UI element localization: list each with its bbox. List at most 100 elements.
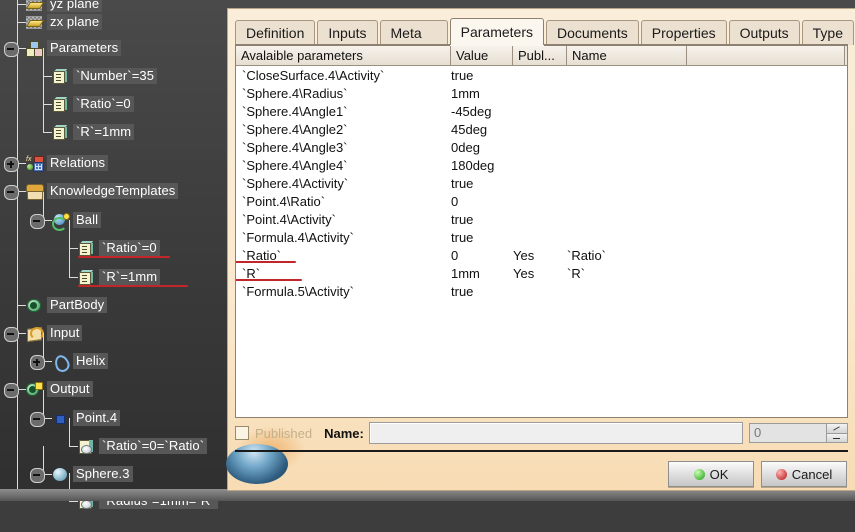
tree-item[interactable]: PartBody	[26, 296, 108, 314]
tree-item[interactable]: `Ratio`=0	[52, 95, 134, 113]
spinner-up-icon[interactable]	[827, 424, 847, 434]
red-annotation-underline	[236, 279, 302, 281]
table-row[interactable]: `Sphere.4\Angle3` 0deg	[236, 138, 847, 156]
cancel-button[interactable]: Cancel	[761, 461, 847, 487]
tree-expand-icon[interactable]	[4, 157, 19, 172]
tree-item-label: Relations	[47, 155, 109, 171]
index-spinner[interactable]: 0	[749, 423, 848, 443]
cell-value: 45deg	[451, 121, 488, 137]
tab-meta-inputs[interactable]: Meta Inputs	[379, 20, 448, 65]
tab-inputs[interactable]: Inputs	[317, 20, 378, 45]
tree-item[interactable]: KnowledgeTemplates	[26, 182, 179, 200]
tree-item-label: Point.4	[73, 410, 121, 426]
tree-item[interactable]: `R`=1mm	[52, 123, 135, 141]
column-header-value[interactable]: Value	[451, 46, 513, 65]
tree-item[interactable]: `Ratio`=0=`Ratio`	[78, 437, 208, 455]
cancel-led-icon	[775, 468, 787, 480]
table-row[interactable]: `Point.4\Activity` true	[236, 210, 847, 228]
tab-documents[interactable]: Documents	[545, 20, 639, 45]
tab-label: Outputs	[739, 25, 789, 41]
relations-icon: fx	[26, 155, 44, 172]
tree-connector	[69, 277, 78, 278]
table-row[interactable]: `Sphere.4\Activity` true	[236, 174, 847, 192]
dialog-separator	[235, 450, 848, 452]
column-header-avalaible-parameters[interactable]: Avalaible parameters	[236, 46, 451, 65]
table-row[interactable]: `Formula.5\Activity` true	[236, 282, 847, 300]
specification-tree[interactable]: yz plane zx plane Parameters `Number`=35 `Ra…	[0, 0, 230, 509]
published-checkbox[interactable]	[235, 426, 249, 440]
tree-item[interactable]: `Ratio`=0	[78, 239, 160, 257]
table-row[interactable]: `Point.4\Ratio` 0	[236, 192, 847, 210]
cell-name: `Sphere.4\Radius`	[242, 85, 348, 101]
plane-icon	[25, 0, 45, 12]
tab-label: Type	[812, 25, 843, 41]
column-header-publ[interactable]: Publ...	[513, 46, 567, 65]
knowledge-template-dialog[interactable]: Definition Inputs Meta Inputs Parameters Doc…	[226, 8, 855, 491]
tree-item[interactable]: Parameters	[26, 39, 122, 57]
tree-connector	[69, 446, 78, 447]
tree-item-label: Input	[47, 325, 83, 341]
red-annotation-underline	[78, 285, 188, 287]
tree-item-label: Ball	[73, 212, 102, 228]
tree-item[interactable]: Output	[26, 380, 93, 398]
tree-item[interactable]: fx Relations	[26, 154, 109, 172]
tree-item[interactable]: zx plane	[25, 13, 103, 31]
tree-expand-icon[interactable]	[30, 355, 45, 370]
table-row[interactable]: `Sphere.4\Radius` 1mm	[236, 84, 847, 102]
tab-definition[interactable]: Definition	[235, 20, 316, 45]
column-header-blank[interactable]	[687, 46, 845, 65]
dialog-button-bar[interactable]: OK Cancel	[668, 461, 847, 487]
tree-collapse-icon[interactable]	[4, 185, 19, 200]
cell-name: `Point.4\Activity`	[242, 211, 336, 227]
table-row[interactable]: `Sphere.4\Angle2` 45deg	[236, 120, 847, 138]
parameter-icon	[78, 269, 95, 285]
parameter-icon	[52, 96, 69, 112]
spinner-down-icon[interactable]	[827, 433, 847, 442]
ok-button[interactable]: OK	[668, 461, 754, 487]
table-row[interactable]: `Formula.4\Activity` true	[236, 228, 847, 246]
cell-value: 0	[451, 193, 459, 209]
formula-param-icon	[78, 439, 95, 454]
table-row[interactable]: `Sphere.4\Angle4` 180deg	[236, 156, 847, 174]
tree-item[interactable]: Ball	[52, 211, 102, 231]
spinner-buttons[interactable]	[826, 424, 847, 442]
tab-properties[interactable]: Properties	[640, 20, 727, 45]
tree-collapse-icon[interactable]	[4, 42, 19, 57]
tree-connector	[17, 4, 26, 5]
name-input[interactable]	[368, 422, 743, 444]
tree-collapse-icon[interactable]	[30, 214, 45, 229]
tree-item[interactable]: yz plane	[25, 0, 103, 13]
tree-collapse-icon[interactable]	[30, 468, 45, 483]
parameters-list-panel[interactable]: Avalaible parameters Value Publ... Name `Cl…	[235, 45, 848, 418]
table-row[interactable]: `R` 1mm Yes `R`	[236, 264, 847, 282]
tree-item-label: KnowledgeTemplates	[47, 183, 179, 199]
publish-row[interactable]: Published Name: 0	[235, 421, 848, 445]
cell-name: `Formula.4\Activity`	[242, 229, 354, 245]
tree-item[interactable]: Input	[26, 324, 83, 342]
tree-collapse-icon[interactable]	[4, 383, 19, 398]
ok-button-label: OK	[709, 466, 729, 482]
tree-connector	[43, 76, 44, 104]
cell-pname: `R`	[567, 265, 586, 281]
tree-collapse-icon[interactable]	[4, 327, 19, 342]
column-header-name[interactable]: Name	[567, 46, 687, 65]
tree-item[interactable]: Helix	[52, 352, 109, 374]
tab-type[interactable]: Type	[801, 20, 854, 45]
parameters-rows[interactable]: `CloseSurface.4\Activity` true `Sphere.4\R…	[236, 66, 847, 416]
table-row[interactable]: `CloseSurface.4\Activity` true	[236, 66, 847, 84]
tree-item[interactable]: Point.4	[52, 409, 121, 427]
tree-item[interactable]: `R`=1mm	[78, 268, 161, 286]
parameters-column-header[interactable]: Avalaible parameters Value Publ... Name	[236, 46, 847, 66]
tab-outputs[interactable]: Outputs	[728, 20, 800, 45]
tab-parameters[interactable]: Parameters	[449, 18, 544, 45]
cell-value: true	[451, 229, 474, 245]
tree-collapse-icon[interactable]	[30, 412, 45, 427]
tree-item[interactable]: `Number`=35	[52, 67, 158, 85]
tree-item[interactable]: Sphere.3	[52, 465, 133, 483]
table-row[interactable]: `Sphere.4\Angle1` -45deg	[236, 102, 847, 120]
table-row[interactable]: `Ratio` 0 Yes `Ratio`	[236, 246, 847, 264]
red-annotation-underline	[236, 261, 296, 263]
parameter-icon	[52, 124, 69, 140]
dialog-tab-bar[interactable]: Definition Inputs Meta Inputs Parameters Doc…	[235, 18, 855, 65]
cell-value: 1mm	[451, 85, 480, 101]
